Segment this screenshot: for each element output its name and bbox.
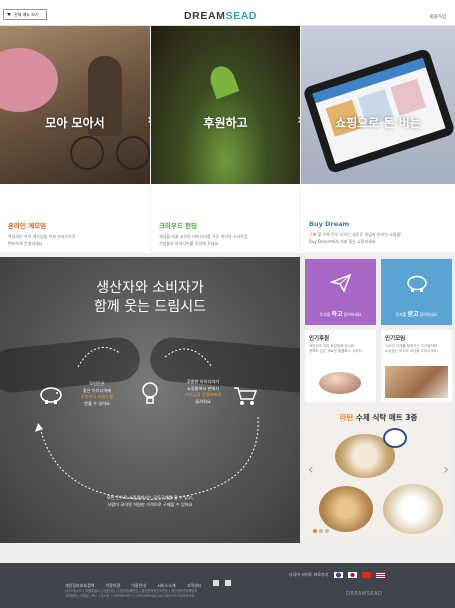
slider-dot[interactable] [313, 529, 317, 533]
card-title: 인기모임 [385, 336, 406, 342]
paper-plane-icon [305, 273, 376, 297]
banner-title: Buy Dream [309, 220, 350, 228]
footer: 개인정보보호정책 이용약관 이용안내 서비스소개 고객센터 bf 다국어 사이트… [0, 563, 455, 608]
slider-dots [313, 518, 331, 537]
banner-caption: 모아 모아서 [45, 116, 105, 130]
flow-text-left: 모인돈은 좋은 아이디어에 후원하고 리워드를 받을 수 있어요 [80, 381, 114, 406]
slider-dot[interactable] [319, 529, 323, 533]
language-label: 다국어 사이트 바로가기 [289, 572, 329, 577]
japan-flag-icon[interactable] [347, 572, 357, 578]
slider-dot[interactable] [325, 529, 329, 533]
slider-title: 라탄 수제 식탁 매트 3종 [339, 413, 418, 422]
language-selector: 다국어 사이트 바로가기 [289, 572, 386, 578]
sprout-image [206, 62, 240, 100]
invest-tile[interactable]: 투자를 하고 참여하세요 [305, 259, 376, 325]
footer-logo: DREAMSEAD [346, 591, 383, 597]
banner-buy-dream[interactable]: 쇼핑으로 돈 버는 [301, 26, 455, 184]
food-image [385, 366, 448, 398]
teacup-image [383, 428, 407, 448]
product-slider[interactable]: 라탄 수제 식탁 매트 3종 ‹ › [305, 406, 452, 542]
invest-tile-label: 투자를 하고 참여하세요 [319, 311, 362, 318]
banner-desc: 구매 할 수록 돈이 모이는 새로운 개념의 온라인 쇼핑몰! Buy Drea… [309, 232, 402, 244]
logo-main: DREAM [184, 10, 226, 22]
chevron-right-icon: › [147, 112, 150, 128]
banner-caption: 후원하고 [203, 116, 248, 130]
piggy-bank-image [0, 48, 58, 112]
tablet-image [302, 47, 455, 175]
rattan-mat-image [383, 484, 443, 534]
banner-title: 온라인 계모임 [8, 222, 47, 230]
banner-info-crowdfunding[interactable]: 크라우드 펀딩 세상을 바꿀 놀라운 아이디어를 가진 개인과 스타트업 기업들… [151, 184, 300, 253]
footer-link-support[interactable]: 고객센터 [187, 583, 202, 588]
lightbulb-icon [135, 381, 165, 411]
all-menu-button[interactable]: 전체 메뉴 보기 [3, 9, 47, 20]
card-desc: 100년 가게를 향해가는 우리들처럼 소상공인 모두의 모임을 도와주세요! [385, 344, 439, 353]
facebook-icon[interactable]: f [224, 579, 231, 586]
footer-link-guide[interactable]: 이용안내 [131, 583, 146, 588]
banner-caption: 쇼핑으로 돈 버는 [335, 116, 421, 130]
popular-club-card[interactable]: 인기모임 100년 가게를 향해가는 우리들처럼 소상공인 모두의 모임을 도와… [381, 330, 452, 402]
piggy-bank-icon [381, 273, 452, 297]
bike-wheel-image [70, 136, 104, 170]
receive-investment-tile[interactable]: 투자를 받고 참여하세요 [381, 259, 452, 325]
blog-icon[interactable]: b [212, 579, 219, 586]
korea-flag-icon[interactable] [333, 572, 343, 578]
banner-title: 크라우드 펀딩 [159, 222, 198, 230]
banner-desc: 복잡하던 우리 계모임을 이제 온라인으로 편리하게 운영하세요 [8, 234, 76, 246]
usa-flag-icon[interactable] [376, 572, 386, 578]
site-logo[interactable]: DREAMSEAD [184, 10, 257, 22]
banner-info-savings-club[interactable]: 온라인 계모임 복잡하던 우리 계모임을 이제 온라인으로 편리하게 운영하세요 [0, 184, 150, 253]
bike-wheel-image [116, 136, 150, 170]
footer-link-terms[interactable]: 이용약관 [106, 583, 121, 588]
card-title: 인기후원 [309, 336, 330, 342]
caret-down-icon [7, 13, 11, 16]
signup-link[interactable]: 회원가입 [429, 14, 446, 20]
concept-bottom-text: 모인 돈으로 쇼핑몰에서는 공동구매를 할 수 있고, 사람이 모이면 저렴한 … [106, 495, 194, 507]
receive-tile-label: 투자를 받고 참여하세요 [395, 311, 438, 318]
banner-savings-club[interactable]: 모아 모아서 › [0, 26, 150, 184]
banner-crowdfunding[interactable]: 후원하고 › [151, 26, 300, 184]
banner-info-buy-dream[interactable]: Buy Dream 구매 할 수록 돈이 모이는 새로운 개념의 온라인 쇼핑몰… [301, 184, 455, 253]
header: 전체 메뉴 보기 DREAMSEAD 회원가입 [0, 0, 455, 26]
banner-desc: 세상을 바꿀 놀라운 아이디어를 가진 개인과 스타트업 기업들의 아이디어를 … [159, 234, 248, 246]
all-menu-label: 전체 메뉴 보기 [14, 12, 39, 17]
flow-text-right: 후원한 아이디어가 쇼핑몰에서 판매시 수익금을 후원자에게 돌려줘요 [184, 379, 221, 404]
compact-product-image [319, 372, 361, 394]
slider-next-button[interactable]: › [443, 462, 449, 478]
chevron-right-icon: › [297, 112, 300, 128]
card-desc: 세련되게 여러 화장품을 하나로 콤팩트 담은 새로운 볼륨톡스 스위치 [309, 344, 362, 353]
china-flag-icon[interactable] [362, 572, 372, 578]
logo-accent: SEAD [225, 10, 258, 22]
company-info: (주)드림시드 | 서울특별시 | 대표이사 | 사업자등록번호 | 통신판매업… [65, 589, 198, 598]
footer-link-about[interactable]: 서비스소개 [157, 583, 175, 588]
popular-funding-card[interactable]: 인기후원 세련되게 여러 화장품을 하나로 콤팩트 담은 새로운 볼륨톡스 스위… [305, 330, 376, 402]
slider-prev-button[interactable]: ‹ [308, 462, 314, 478]
footer-link-privacy[interactable]: 개인정보보호정책 [65, 583, 94, 588]
